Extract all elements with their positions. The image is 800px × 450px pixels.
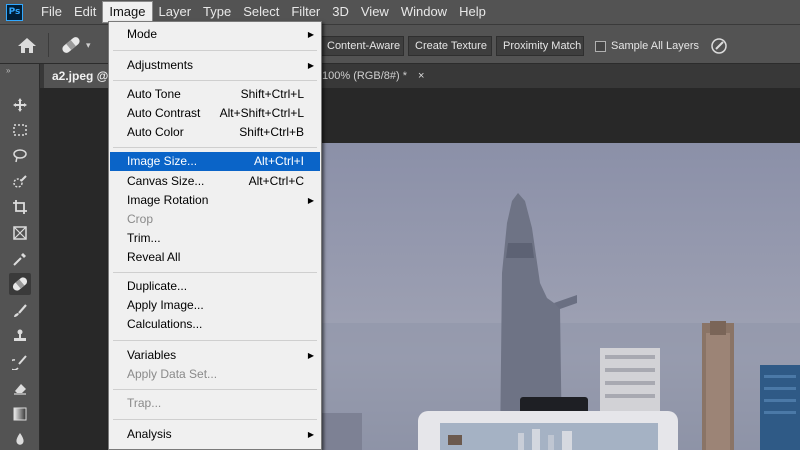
menu-separator [113, 80, 317, 81]
move-tool-icon[interactable] [9, 94, 31, 116]
chevron-down-icon: ▾ [86, 39, 91, 50]
menu-item-shortcut: Alt+Shift+Ctrl+L [219, 106, 304, 120]
menu-window[interactable]: Window [395, 0, 453, 24]
collapse-panel-icon[interactable]: » [6, 66, 10, 75]
menu-item-label: Analysis [127, 427, 172, 441]
menu-item-reveal-all[interactable]: Reveal All [110, 248, 320, 267]
submenu-arrow-icon: ▶ [307, 61, 314, 70]
menu-item-label: Auto Tone [127, 87, 181, 101]
menu-item-image-size[interactable]: Image Size... Alt+Ctrl+I [110, 152, 320, 171]
menu-separator [113, 50, 317, 51]
menu-item-shortcut: Shift+Ctrl+B [239, 125, 304, 139]
menu-item-label: Trap... [127, 396, 162, 410]
submenu-arrow-icon: ▶ [307, 430, 314, 439]
menu-item-canvas-size[interactable]: Canvas Size... Alt+Ctrl+C [110, 172, 320, 191]
menu-item-apply-image[interactable]: Apply Image... [110, 296, 320, 315]
document-canvas[interactable] [322, 143, 800, 450]
menu-item-label: Trim... [127, 231, 161, 245]
menu-item-analysis[interactable]: Analysis ▶ [110, 425, 320, 444]
menu-item-label: Auto Color [127, 125, 184, 139]
menu-item-variables[interactable]: Variables ▶ [110, 346, 320, 365]
sample-all-layers-option[interactable]: Sample All Layers [595, 37, 699, 55]
menu-item-label: Apply Image... [127, 298, 204, 312]
eraser-tool-icon[interactable] [9, 377, 31, 399]
menu-help[interactable]: Help [453, 0, 492, 24]
menu-image[interactable]: Image [102, 1, 153, 23]
menu-item-apply-data-set: Apply Data Set... [110, 365, 320, 384]
menu-item-label: Calculations... [127, 317, 203, 331]
menu-item-adjustments[interactable]: Adjustments ▶ [110, 56, 320, 75]
menu-item-label: Auto Contrast [127, 106, 201, 120]
menu-item-auto-contrast[interactable]: Auto Contrast Alt+Shift+Ctrl+L [110, 104, 320, 123]
clone-stamp-tool-icon[interactable] [9, 325, 31, 347]
marquee-tool-icon[interactable] [9, 119, 31, 141]
city-skyline-photo [322, 193, 800, 450]
menu-item-label: Reveal All [127, 250, 181, 264]
menu-item-label: Canvas Size... [127, 174, 205, 188]
menu-item-crop: Crop [110, 210, 320, 229]
history-brush-tool-icon[interactable] [9, 351, 31, 373]
quick-selection-tool-icon[interactable] [9, 171, 31, 193]
menu-item-shortcut: Shift+Ctrl+L [240, 87, 304, 101]
home-icon[interactable] [17, 37, 37, 54]
menu-item-label: Adjustments [127, 58, 194, 72]
image-menu-dropdown: Mode ▶ Adjustments ▶ Auto Tone Shift+Ctr… [108, 21, 322, 450]
document-tab[interactable]: a2.jpeg @ [44, 64, 110, 88]
menu-item-label: Duplicate... [127, 279, 188, 293]
menu-3d[interactable]: 3D [326, 0, 355, 24]
menu-item-shortcut: Alt+Ctrl+I [253, 154, 304, 168]
tool-preset-picker[interactable]: ▾ [58, 34, 98, 56]
healing-brush-tool-icon[interactable] [9, 273, 31, 295]
menu-item-calculations[interactable]: Calculations... [110, 315, 320, 334]
eyedropper-tool-icon[interactable] [9, 248, 31, 270]
gradient-tool-icon[interactable] [9, 403, 31, 425]
document-tab-info: 100% (RGB/8#) * [322, 70, 407, 82]
menu-edit[interactable]: Edit [68, 0, 102, 24]
bandage-icon [62, 37, 80, 53]
menu-item-label: Crop [127, 212, 154, 226]
menu-item-mode[interactable]: Mode ▶ [110, 25, 320, 44]
submenu-arrow-icon: ▶ [307, 196, 314, 205]
menu-item-duplicate[interactable]: Duplicate... [110, 277, 320, 296]
menu-separator [113, 340, 317, 341]
create-texture-button[interactable]: Create Texture [408, 36, 492, 56]
options-divider [48, 33, 49, 57]
menu-file[interactable]: File [35, 0, 68, 24]
menu-view[interactable]: View [355, 0, 395, 24]
pressure-icon[interactable] [710, 37, 728, 55]
tools-panel: » [0, 64, 40, 450]
crop-tool-icon[interactable] [9, 196, 31, 218]
menu-separator [113, 147, 317, 148]
menu-item-auto-tone[interactable]: Auto Tone Shift+Ctrl+L [110, 85, 320, 104]
sample-all-layers-checkbox[interactable] [595, 40, 606, 52]
menu-item-label: Mode [127, 27, 158, 41]
menu-item-trim[interactable]: Trim... [110, 229, 320, 248]
brush-tool-icon[interactable] [9, 300, 31, 322]
menu-item-label: Apply Data Set... [127, 367, 218, 381]
menu-separator [113, 419, 317, 420]
sample-all-layers-label: Sample All Layers [611, 40, 700, 52]
photoshop-logo: Ps [6, 3, 23, 21]
menu-item-label: Variables [127, 348, 177, 362]
frame-tool-icon[interactable] [9, 222, 31, 244]
close-tab-icon[interactable]: × [418, 64, 424, 88]
menu-separator [113, 389, 317, 390]
content-aware-button[interactable]: Content-Aware [320, 36, 404, 56]
blur-tool-icon[interactable] [9, 428, 31, 450]
lasso-tool-icon[interactable] [9, 145, 31, 167]
submenu-arrow-icon: ▶ [307, 351, 314, 360]
menu-item-label: Image Size... [127, 154, 198, 168]
menu-separator [113, 272, 317, 273]
menu-item-image-rotation[interactable]: Image Rotation ▶ [110, 191, 320, 210]
menu-item-label: Image Rotation [127, 193, 209, 207]
menu-item-auto-color[interactable]: Auto Color Shift+Ctrl+B [110, 123, 320, 142]
submenu-arrow-icon: ▶ [307, 30, 314, 39]
menu-item-shortcut: Alt+Ctrl+C [248, 174, 304, 188]
menu-item-trap: Trap... [110, 394, 320, 413]
proximity-match-button[interactable]: Proximity Match [496, 36, 584, 56]
